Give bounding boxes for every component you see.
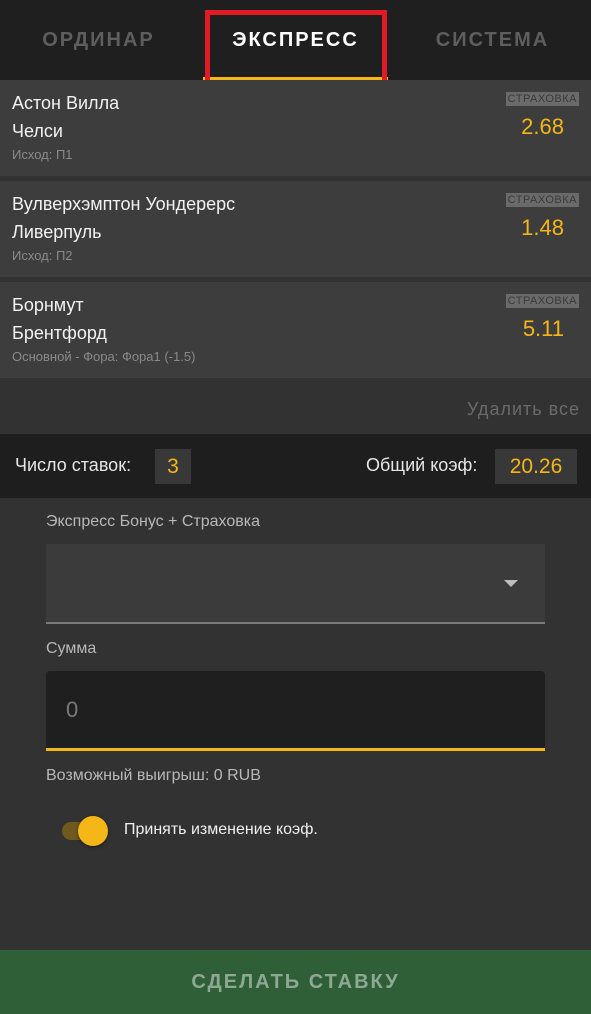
toggle-knob (78, 816, 108, 846)
bet-odds: 2.68 (521, 114, 564, 139)
bet-outcome: Исход: П2 (12, 248, 73, 263)
team-away: Брентфорд (12, 323, 107, 343)
bet-card[interactable]: Борнмут Брентфорд Основной - Фора: Фора1… (0, 282, 591, 378)
bet-count-value: 3 (155, 449, 191, 484)
bet-type-tabs: ОРДИНАР ЭКСПРЕСС СИСТЕМА (0, 0, 591, 80)
team-home: Борнмут (12, 295, 84, 315)
amount-field[interactable] (46, 671, 545, 751)
accept-odds-label: Принять изменение коэф. (124, 821, 318, 838)
tab-single[interactable]: ОРДИНАР (0, 0, 197, 80)
tab-system[interactable]: СИСТЕМА (394, 0, 591, 80)
amount-label: Сумма (46, 640, 97, 657)
delete-all-button[interactable]: Удалить все (467, 399, 580, 420)
total-coef-value: 20.26 (495, 449, 577, 484)
team-home: Астон Вилла (12, 93, 120, 113)
total-coef-label: Общий коэф: (366, 455, 478, 475)
bet-count-label: Число ставок: (15, 455, 132, 475)
team-away: Ливерпуль (12, 222, 102, 242)
tab-express[interactable]: ЭКСПРЕСС (197, 0, 394, 80)
dropdown-arrow-icon (504, 580, 518, 587)
accept-odds-toggle[interactable] (62, 816, 108, 846)
bet-outcome: Основной - Фора: Фора1 (-1.5) (12, 349, 196, 364)
insurance-badge[interactable]: СТРАХОВКА (505, 193, 579, 207)
bet-card[interactable]: Астон Вилла Челси Исход: П1 СТРАХОВКА 2.… (0, 80, 591, 176)
bet-odds: 5.11 (522, 316, 564, 341)
place-bet-button[interactable]: СДЕЛАТЬ СТАВКУ (0, 950, 591, 1014)
possible-win: Возможный выигрыш: 0 RUB (46, 767, 261, 784)
bonus-select[interactable] (46, 544, 545, 624)
insurance-badge[interactable]: СТРАХОВКА (505, 92, 579, 106)
bet-outcome: Исход: П1 (12, 147, 73, 162)
insurance-badge[interactable]: СТРАХОВКА (505, 294, 579, 308)
bonus-label: Экспресс Бонус + Страховка (46, 513, 261, 530)
bet-summary: Число ставок: 3 Общий коэф: 20.26 (0, 434, 591, 498)
bet-odds: 1.48 (521, 215, 564, 240)
team-home: Вулверхэмптон Уондерерс (12, 194, 236, 214)
amount-input[interactable] (46, 671, 545, 748)
team-away: Челси (12, 121, 63, 141)
bet-card[interactable]: Вулверхэмптон Уондерерс Ливерпуль Исход:… (0, 181, 591, 277)
